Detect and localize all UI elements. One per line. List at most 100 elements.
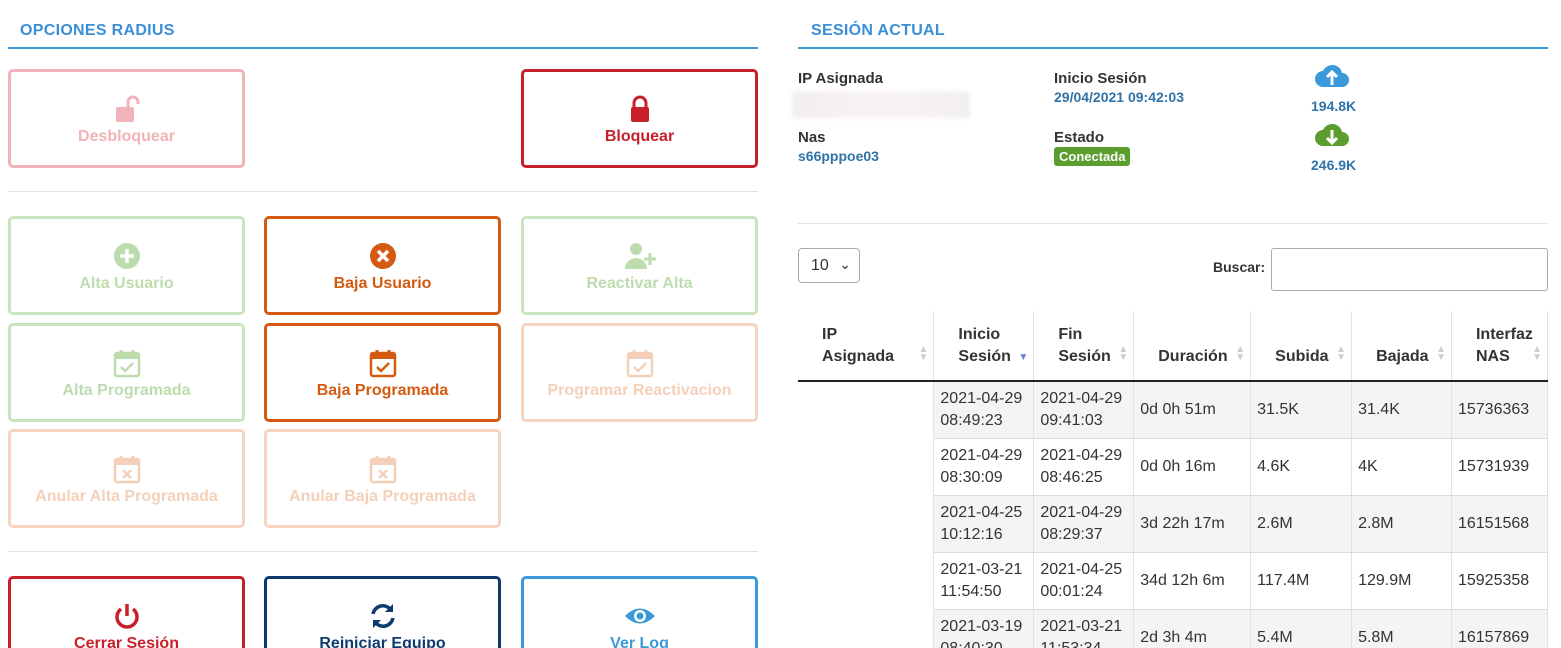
ip-cell-redacted bbox=[798, 552, 935, 609]
bloquear-button[interactable]: Bloquear bbox=[521, 69, 758, 168]
cell-interfaz: 15925358 bbox=[1451, 552, 1549, 610]
cell-fin: 2021-03-21 11:53:34 bbox=[1033, 609, 1135, 648]
divider bbox=[798, 223, 1548, 224]
alta-usuario-button[interactable]: Alta Usuario bbox=[8, 216, 245, 315]
programar-reactivacion-button[interactable]: Programar Reactivacion bbox=[521, 323, 758, 422]
state-label: Estado bbox=[1054, 129, 1105, 146]
cell-subida: 2.6M bbox=[1250, 495, 1353, 553]
sort-icon: ▲ ▼ bbox=[1436, 344, 1446, 363]
desbloquear-label: Desbloquear bbox=[78, 127, 175, 145]
refresh-icon bbox=[366, 599, 400, 633]
cell-duracion: 0d 0h 51m bbox=[1133, 381, 1252, 439]
cell-fin: 2021-04-25 00:01:24 bbox=[1033, 552, 1135, 610]
divider bbox=[8, 551, 758, 552]
calendar-times-icon bbox=[110, 452, 144, 486]
sort-icon: ▲ ▼ bbox=[1532, 344, 1542, 363]
cell-subida: 4.6K bbox=[1250, 438, 1353, 496]
desbloquear-button[interactable]: Desbloquear bbox=[8, 69, 245, 168]
ip-cell-redacted bbox=[798, 495, 935, 552]
cell-duracion: 0d 0h 16m bbox=[1133, 438, 1252, 496]
ip-cell-redacted bbox=[798, 609, 935, 648]
cell-inicio: 2021-04-25 10:12:16 bbox=[933, 495, 1035, 553]
col-bajada[interactable]: Bajada ▲ ▼ bbox=[1351, 311, 1452, 382]
cerrar-sesion-button[interactable]: Cerrar Sesión bbox=[8, 576, 245, 648]
col-label: Inicio Sesión bbox=[958, 326, 1011, 365]
col-label: Bajada bbox=[1376, 348, 1429, 365]
calendar-check-icon bbox=[110, 346, 144, 380]
col-duracion[interactable]: Duración ▲ ▼ bbox=[1133, 311, 1252, 382]
bloquear-label: Bloquear bbox=[604, 127, 675, 145]
col-label: Interfaz NAS bbox=[1475, 326, 1533, 365]
calendar-check-icon bbox=[623, 346, 657, 380]
radius-title-underline bbox=[8, 47, 758, 49]
chevron-down-icon: ⌄ bbox=[839, 256, 851, 272]
col-fin-sesion[interactable]: Fin Sesión ▲ ▼ bbox=[1033, 311, 1135, 382]
alta-programada-button[interactable]: Alta Programada bbox=[8, 323, 245, 422]
baja-usuario-label: Baja Usuario bbox=[333, 274, 432, 292]
cell-interfaz: 15731939 bbox=[1451, 438, 1549, 496]
baja-usuario-button[interactable]: Baja Usuario bbox=[264, 216, 501, 315]
col-label: Fin Sesión bbox=[1058, 326, 1111, 365]
cell-fin: 2021-04-29 08:29:37 bbox=[1033, 495, 1135, 553]
current-session-title: SESIÓN ACTUAL bbox=[811, 22, 945, 39]
col-inicio-sesion[interactable]: Inicio Sesión ▼ bbox=[933, 311, 1035, 382]
ip-value-redacted bbox=[792, 91, 970, 118]
cell-bajada: 4K bbox=[1351, 438, 1452, 496]
upload-value: 194.8K bbox=[1311, 98, 1357, 114]
table-row: 2021-04-29 08:49:23 2021-04-29 09:41:03 … bbox=[798, 381, 1549, 439]
reiniciar-equipo-button[interactable]: Reiniciar Equipo bbox=[264, 576, 501, 648]
sort-icon: ▲ ▼ bbox=[1118, 344, 1129, 363]
cell-fin: 2021-04-29 08:46:25 bbox=[1033, 438, 1135, 496]
start-label: Inicio Sesión bbox=[1054, 70, 1147, 87]
cloud-upload-icon bbox=[1314, 61, 1350, 94]
anular-alta-programada-button[interactable]: Anular Alta Programada bbox=[8, 429, 245, 528]
cloud-download-icon bbox=[1314, 120, 1350, 153]
cell-duracion: 3d 22h 17m bbox=[1133, 495, 1252, 553]
unlock-icon bbox=[110, 92, 144, 126]
col-subida[interactable]: Subida ▲ ▼ bbox=[1250, 311, 1353, 382]
sort-icon: ▲ ▼ bbox=[918, 344, 929, 363]
eye-icon bbox=[623, 599, 657, 633]
state-badge: Conectada bbox=[1054, 147, 1131, 166]
radius-options-title: OPCIONES RADIUS bbox=[20, 22, 175, 39]
cell-bajada: 2.8M bbox=[1351, 495, 1452, 553]
reiniciar-equipo-label: Reiniciar Equipo bbox=[319, 634, 446, 648]
table-row: 2021-04-25 10:12:16 2021-04-29 08:29:37 … bbox=[798, 495, 1549, 553]
page-size-select[interactable]: 10 ⌄ bbox=[798, 248, 860, 283]
start-value: 29/04/2021 09:42:03 bbox=[1054, 89, 1184, 105]
cerrar-sesion-label: Cerrar Sesión bbox=[74, 634, 179, 648]
reactivar-alta-button[interactable]: Reactivar Alta bbox=[521, 216, 758, 315]
table-row: 2021-03-19 08:40:30 2021-03-21 11:53:34 … bbox=[798, 609, 1549, 648]
baja-programada-label: Baja Programada bbox=[316, 381, 449, 399]
cell-fin: 2021-04-29 09:41:03 bbox=[1033, 381, 1135, 439]
col-ip-asignada[interactable]: IP Asignada ▲ ▼ bbox=[798, 311, 935, 382]
calendar-check-icon bbox=[366, 346, 400, 380]
cell-subida: 117.4M bbox=[1250, 552, 1353, 610]
reactivar-alta-label: Reactivar Alta bbox=[586, 274, 693, 292]
cell-inicio: 2021-04-29 08:49:23 bbox=[933, 381, 1035, 439]
ip-label: IP Asignada bbox=[798, 70, 884, 87]
x-circle-icon bbox=[366, 239, 400, 273]
cell-bajada: 31.4K bbox=[1351, 381, 1452, 439]
cell-duracion: 34d 12h 6m bbox=[1133, 552, 1252, 610]
baja-programada-button[interactable]: Baja Programada bbox=[264, 323, 501, 422]
calendar-times-icon bbox=[366, 452, 400, 486]
ip-cell-redacted bbox=[798, 438, 935, 495]
anular-baja-programada-label: Anular Baja Programada bbox=[289, 487, 476, 505]
ver-log-button[interactable]: Ver Log bbox=[521, 576, 758, 648]
current-session-panel: SESIÓN ACTUAL IP Asignada Inicio Sesión … bbox=[792, 0, 1549, 648]
anular-baja-programada-button[interactable]: Anular Baja Programada bbox=[264, 429, 501, 528]
lock-icon bbox=[623, 92, 657, 126]
sort-icon: ▲ ▼ bbox=[1235, 344, 1246, 363]
ver-log-label: Ver Log bbox=[610, 634, 669, 648]
cell-subida: 31.5K bbox=[1250, 381, 1353, 439]
alta-programada-label: Alta Programada bbox=[62, 381, 191, 399]
search-input[interactable] bbox=[1271, 248, 1548, 291]
cell-subida: 5.4M bbox=[1250, 609, 1353, 648]
col-label: IP Asignada bbox=[822, 326, 895, 365]
col-label: Subida bbox=[1275, 348, 1329, 365]
cell-interfaz: 16151568 bbox=[1451, 495, 1549, 553]
divider bbox=[8, 191, 758, 192]
col-interfaz-nas[interactable]: Interfaz NAS ▲ ▼ bbox=[1451, 311, 1549, 382]
cell-bajada: 5.8M bbox=[1351, 609, 1452, 648]
